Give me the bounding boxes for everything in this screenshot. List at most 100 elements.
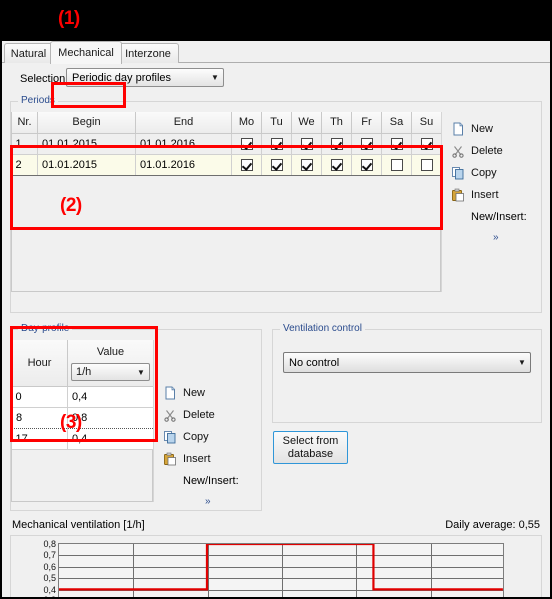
checkbox-checked-icon[interactable]	[390, 137, 403, 150]
periods-checkbox-fr[interactable]	[351, 153, 382, 176]
chart-plot-area: 0,30,40,50,60,70,8024681012141618202224	[43, 539, 504, 597]
checkbox-checked-icon[interactable]	[330, 137, 343, 150]
periods-col-th: Th	[321, 112, 352, 134]
action-insert-button[interactable]: Insert	[447, 184, 539, 206]
ventilation-control-group: Ventilation control No control ▼	[272, 323, 542, 423]
annotation-marker-3: (3)	[60, 412, 82, 433]
paste-icon	[449, 187, 467, 203]
table-row[interactable]: 2 01.01.2015 01.01.2016	[11, 153, 442, 176]
checkbox-checked-icon[interactable]	[420, 137, 433, 150]
chevron-down-icon: ▼	[211, 73, 219, 82]
periods-checkbox-su[interactable]	[411, 153, 442, 176]
scissors-icon	[161, 407, 179, 423]
selection-row: Selection Periodic day profiles ▼	[2, 65, 550, 95]
action-copy-label: Copy	[183, 431, 209, 443]
day-profile-unit-dropdown[interactable]: 1/h ▼	[71, 363, 150, 382]
periods-cell-begin[interactable]: 01.01.2015	[37, 153, 136, 176]
new-insert-expand-icon[interactable]: »	[159, 492, 259, 510]
copy-icon	[449, 165, 467, 181]
new-insert-label: New/Insert:	[471, 211, 527, 223]
checkbox-checked-icon[interactable]	[330, 158, 343, 171]
periods-checkbox-fr[interactable]	[351, 133, 382, 155]
action-new-button[interactable]: New	[159, 382, 259, 404]
checkbox-checked-icon[interactable]	[270, 137, 283, 150]
periods-table[interactable]: Nr. Begin End Mo Tu We Th Fr Sa Su 1 01.0	[11, 112, 442, 176]
selection-label: Selection	[20, 73, 66, 85]
periods-checkbox-th[interactable]	[321, 133, 352, 155]
action-copy-button[interactable]: Copy	[159, 426, 259, 448]
day-profile-actions-separator	[153, 340, 154, 502]
action-new-button[interactable]: New	[447, 118, 539, 140]
periods-group: Periods Nr. Begin End Mo Tu We Th Fr Sa …	[10, 95, 542, 313]
day-profile-cell-value[interactable]: 0,4	[67, 386, 154, 408]
action-delete-button[interactable]: Delete	[159, 404, 259, 426]
periods-cell-end[interactable]: 01.01.2016	[135, 133, 232, 155]
chart-title: Mechanical ventilation [1/h]	[12, 519, 145, 531]
checkbox-checked-icon[interactable]	[360, 137, 373, 150]
chevron-down-icon: ▼	[518, 358, 526, 367]
periods-checkbox-mo[interactable]	[231, 133, 262, 155]
checkbox-checked-icon[interactable]	[300, 137, 313, 150]
checkbox-checked-icon[interactable]	[270, 158, 283, 171]
periods-checkbox-tu[interactable]	[261, 153, 292, 176]
checkbox-checked-icon[interactable]	[240, 137, 253, 150]
action-copy-button[interactable]: Copy	[447, 162, 539, 184]
periods-cell-nr[interactable]: 1	[11, 133, 38, 155]
list-item[interactable]: 0 0,4	[11, 386, 154, 408]
select-from-database-line2: database	[287, 447, 334, 460]
list-item[interactable]: 8 0,8	[11, 406, 154, 429]
periods-cell-end[interactable]: 01.01.2016	[135, 153, 232, 176]
mechanical-ventilation-chart-panel: Mechanical ventilation [1/h] Daily avera…	[10, 519, 542, 597]
periods-col-fr: Fr	[351, 112, 382, 134]
action-insert-button[interactable]: Insert	[159, 448, 259, 470]
annotation-marker-2: (2)	[60, 195, 82, 216]
table-row[interactable]: 1 01.01.2015 01.01.2016	[11, 133, 442, 155]
periods-col-sa: Sa	[381, 112, 412, 134]
tab-mechanical[interactable]: Mechanical	[50, 41, 122, 64]
checkbox-checked-icon[interactable]	[300, 158, 313, 171]
periods-group-title: Periods	[18, 95, 58, 106]
periods-cell-begin[interactable]: 01.01.2015	[37, 133, 136, 155]
chart-ytick-label: 0,6	[43, 561, 56, 572]
selection-dropdown-value: Periodic day profiles	[72, 71, 172, 84]
checkbox-unchecked-icon[interactable]	[390, 158, 403, 171]
annotation-marker-1: (1)	[58, 8, 80, 29]
checkbox-checked-icon[interactable]	[360, 158, 373, 171]
periods-checkbox-th[interactable]	[321, 153, 352, 176]
periods-header-row: Nr. Begin End Mo Tu We Th Fr Sa Su	[11, 112, 442, 134]
action-insert-label: Insert	[183, 453, 211, 465]
periods-col-nr: Nr.	[11, 112, 38, 134]
periods-checkbox-tu[interactable]	[261, 133, 292, 155]
new-document-icon	[161, 385, 179, 401]
day-profile-cell-hour[interactable]: 0	[11, 386, 68, 408]
periods-checkbox-we[interactable]	[291, 153, 322, 176]
new-insert-expand-icon[interactable]: »	[447, 228, 539, 246]
action-delete-button[interactable]: Delete	[447, 140, 539, 162]
checkbox-unchecked-icon[interactable]	[420, 158, 433, 171]
checkbox-checked-icon[interactable]	[240, 158, 253, 171]
tab-mechanical-label: Mechanical	[58, 47, 114, 59]
periods-checkbox-su[interactable]	[411, 133, 442, 155]
new-document-icon	[449, 121, 467, 137]
periods-action-list: New Delete Copy Insert New/Insert: »	[447, 118, 539, 246]
selection-dropdown[interactable]: Periodic day profiles ▼	[66, 68, 224, 87]
periods-col-tu: Tu	[261, 112, 292, 134]
tab-interzone[interactable]: Interzone	[117, 43, 179, 63]
tab-natural[interactable]: Natural	[4, 43, 53, 63]
list-item[interactable]: 17 0,4	[11, 428, 154, 450]
day-profile-col-hour: Hour	[11, 340, 68, 387]
periods-checkbox-mo[interactable]	[231, 153, 262, 176]
periods-cell-nr[interactable]: 2	[11, 153, 38, 176]
periods-checkbox-we[interactable]	[291, 133, 322, 155]
periods-checkbox-sa[interactable]	[381, 153, 412, 176]
day-profile-table[interactable]: Hour Value 1/h ▼ 0 0,4 8 0,8 17 0,4	[11, 340, 154, 450]
tab-natural-label: Natural	[10, 47, 47, 60]
day-profile-col-value: Value 1/h ▼	[67, 340, 154, 387]
chart-ytick-label: 0,8	[43, 539, 56, 549]
select-from-database-button[interactable]: Select from database	[273, 431, 348, 464]
periods-checkbox-sa[interactable]	[381, 133, 412, 155]
ventilation-control-dropdown[interactable]: No control ▼	[283, 352, 531, 373]
day-profile-action-list: New Delete Copy Insert New/Insert: »	[159, 382, 259, 510]
periods-col-su: Su	[411, 112, 442, 134]
chart-ytick-label: 0,4	[43, 584, 56, 595]
